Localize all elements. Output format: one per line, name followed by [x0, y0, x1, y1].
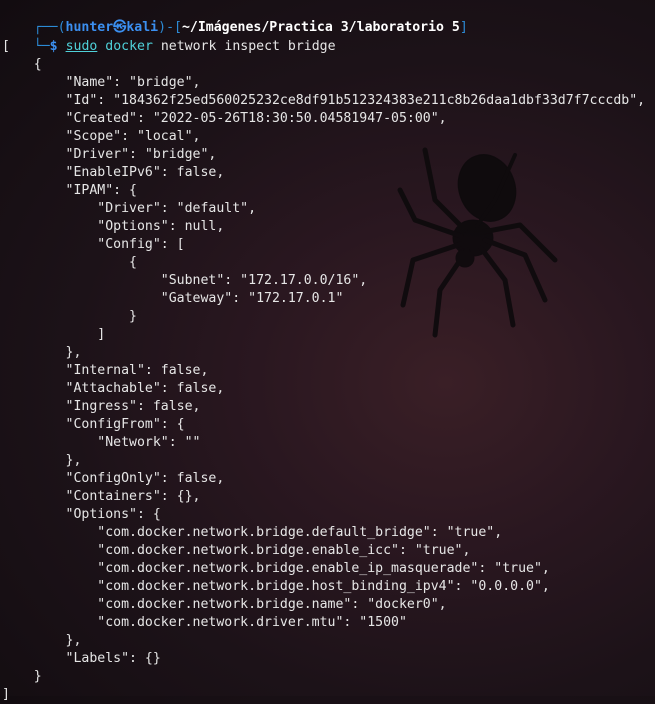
- output-line: "Attachable": false,: [2, 381, 225, 396]
- output-line: "com.docker.network.bridge.default_bridg…: [2, 525, 503, 540]
- output-line: "Options": null,: [2, 219, 225, 234]
- output-line: "IPAM": {: [2, 183, 137, 198]
- output-line: "ConfigOnly": false,: [2, 471, 225, 486]
- output-line: },: [2, 453, 82, 468]
- output-line: ]: [2, 687, 10, 702]
- prompt-frame-end: ]: [459, 20, 468, 35]
- command-args: network inspect bridge: [152, 39, 336, 54]
- output-line: {: [2, 57, 42, 72]
- prompt-line-1: ┌──(hunter㉿kali)-[~/Imágenes/Practica 3/…: [2, 1, 468, 35]
- prompt-dollar: $: [49, 39, 58, 54]
- output-line: "EnableIPv6": false,: [2, 165, 225, 180]
- output-line: "Network": "": [2, 435, 201, 450]
- output-line: "Id": "184362f25ed560025232ce8df91b51232…: [2, 93, 646, 108]
- output-line: "Internal": false,: [2, 363, 209, 378]
- output-line: "Driver": "bridge",: [2, 147, 217, 162]
- output-line: [: [2, 39, 10, 54]
- command-sudo: sudo: [65, 39, 98, 54]
- output-line: ]: [2, 327, 106, 342]
- output-line: }: [2, 309, 137, 324]
- terminal-window[interactable]: ┌──(hunter㉿kali)-[~/Imágenes/Practica 3/…: [0, 0, 655, 702]
- output-line: "com.docker.network.driver.mtu": "1500": [2, 615, 407, 630]
- output-line: "Name": "bridge",: [2, 75, 201, 90]
- output-line: },: [2, 345, 82, 360]
- output-line: "com.docker.network.bridge.host_binding_…: [2, 579, 550, 594]
- output-line: "Options": {: [2, 507, 161, 522]
- output-line: "Labels": {}: [2, 651, 161, 666]
- output-line: }: [2, 669, 42, 684]
- output-line: "Gateway": "172.17.0.1": [2, 291, 344, 306]
- output-line: "com.docker.network.bridge.enable_ip_mas…: [2, 561, 550, 576]
- output-line: "Subnet": "172.17.0.0/16",: [2, 273, 368, 288]
- output-line: "com.docker.network.bridge.name": "docke…: [2, 597, 447, 612]
- output-line: {: [2, 255, 137, 270]
- output-line: "ConfigFrom": {: [2, 417, 185, 432]
- prompt-line-2[interactable]: └─$ sudo docker network inspect bridge: [2, 20, 336, 54]
- output-line: "Config": [: [2, 237, 185, 252]
- prompt-frame-bottom: └─: [33, 39, 50, 54]
- output-line: "Driver": "default",: [2, 201, 257, 216]
- output-line: "Containers": {},: [2, 489, 201, 504]
- output-line: },: [2, 633, 82, 648]
- output-line: "Scope": "local",: [2, 129, 201, 144]
- output-line: "Ingress": false,: [2, 399, 201, 414]
- command-docker: docker: [105, 39, 153, 54]
- output-line: "com.docker.network.bridge.enable_icc": …: [2, 543, 471, 558]
- spider-icon: [397, 147, 558, 338]
- output-line: "Created": "2022-05-26T18:30:50.04581947…: [2, 111, 447, 126]
